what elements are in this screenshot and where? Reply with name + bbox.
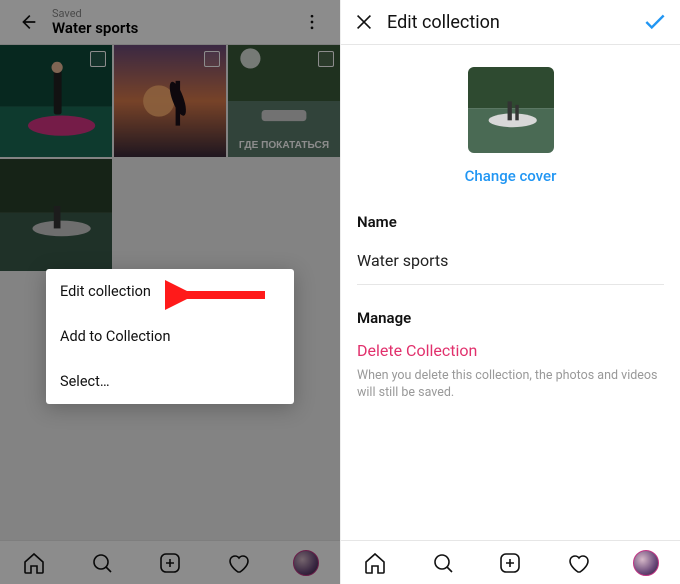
manage-label: Manage bbox=[357, 309, 664, 327]
home-icon bbox=[363, 551, 387, 575]
delete-hint: When you delete this collection, the pho… bbox=[357, 368, 664, 402]
search-icon bbox=[90, 551, 114, 575]
bottom-nav bbox=[0, 540, 340, 584]
nav-activity[interactable] bbox=[225, 550, 251, 576]
menu-add-to-collection[interactable]: Add to Collection bbox=[46, 314, 294, 359]
search-icon bbox=[431, 551, 455, 575]
menu-select[interactable]: Select… bbox=[46, 359, 294, 404]
home-icon bbox=[22, 551, 46, 575]
bottom-nav bbox=[341, 540, 680, 584]
manage-section: Manage Delete Collection When you delete… bbox=[341, 297, 680, 414]
nav-search[interactable] bbox=[89, 550, 115, 576]
cover-section: Change cover bbox=[341, 45, 680, 201]
change-cover-link[interactable]: Change cover bbox=[341, 167, 680, 185]
heart-icon bbox=[566, 551, 590, 575]
nav-profile[interactable] bbox=[293, 550, 319, 576]
left-screen: Saved Water sports bbox=[0, 0, 340, 584]
context-menu: Edit collection Add to Collection Select… bbox=[46, 269, 294, 404]
nav-activity[interactable] bbox=[565, 550, 591, 576]
heart-icon bbox=[226, 551, 250, 575]
name-label: Name bbox=[357, 213, 664, 231]
nav-new-post[interactable] bbox=[497, 550, 523, 576]
nav-home[interactable] bbox=[362, 550, 388, 576]
name-field[interactable]: Water sports bbox=[357, 251, 664, 285]
right-topbar: Edit collection bbox=[341, 0, 680, 45]
name-section: Name Water sports bbox=[341, 201, 680, 297]
close-button[interactable] bbox=[353, 11, 387, 33]
edit-title: Edit collection bbox=[387, 12, 634, 33]
plus-square-icon bbox=[158, 551, 182, 575]
menu-edit-collection[interactable]: Edit collection bbox=[46, 269, 294, 314]
check-icon bbox=[642, 9, 668, 35]
saved-grid: ГДЕ ПОКАТАТЬСЯ Edit coll bbox=[0, 45, 340, 540]
close-icon bbox=[353, 11, 375, 33]
right-screen: Edit collection Change cover bbox=[340, 0, 680, 584]
cover-image[interactable] bbox=[468, 67, 554, 153]
nav-home[interactable] bbox=[21, 550, 47, 576]
nav-search[interactable] bbox=[430, 550, 456, 576]
avatar-icon bbox=[633, 550, 659, 576]
nav-profile[interactable] bbox=[633, 550, 659, 576]
avatar-icon bbox=[293, 550, 319, 576]
delete-collection-button[interactable]: Delete Collection bbox=[357, 341, 664, 360]
confirm-button[interactable] bbox=[634, 9, 668, 35]
nav-new-post[interactable] bbox=[157, 550, 183, 576]
edit-content: Change cover Name Water sports Manage De… bbox=[341, 45, 680, 540]
modal-backdrop-top bbox=[0, 0, 340, 45]
plus-square-icon bbox=[498, 551, 522, 575]
